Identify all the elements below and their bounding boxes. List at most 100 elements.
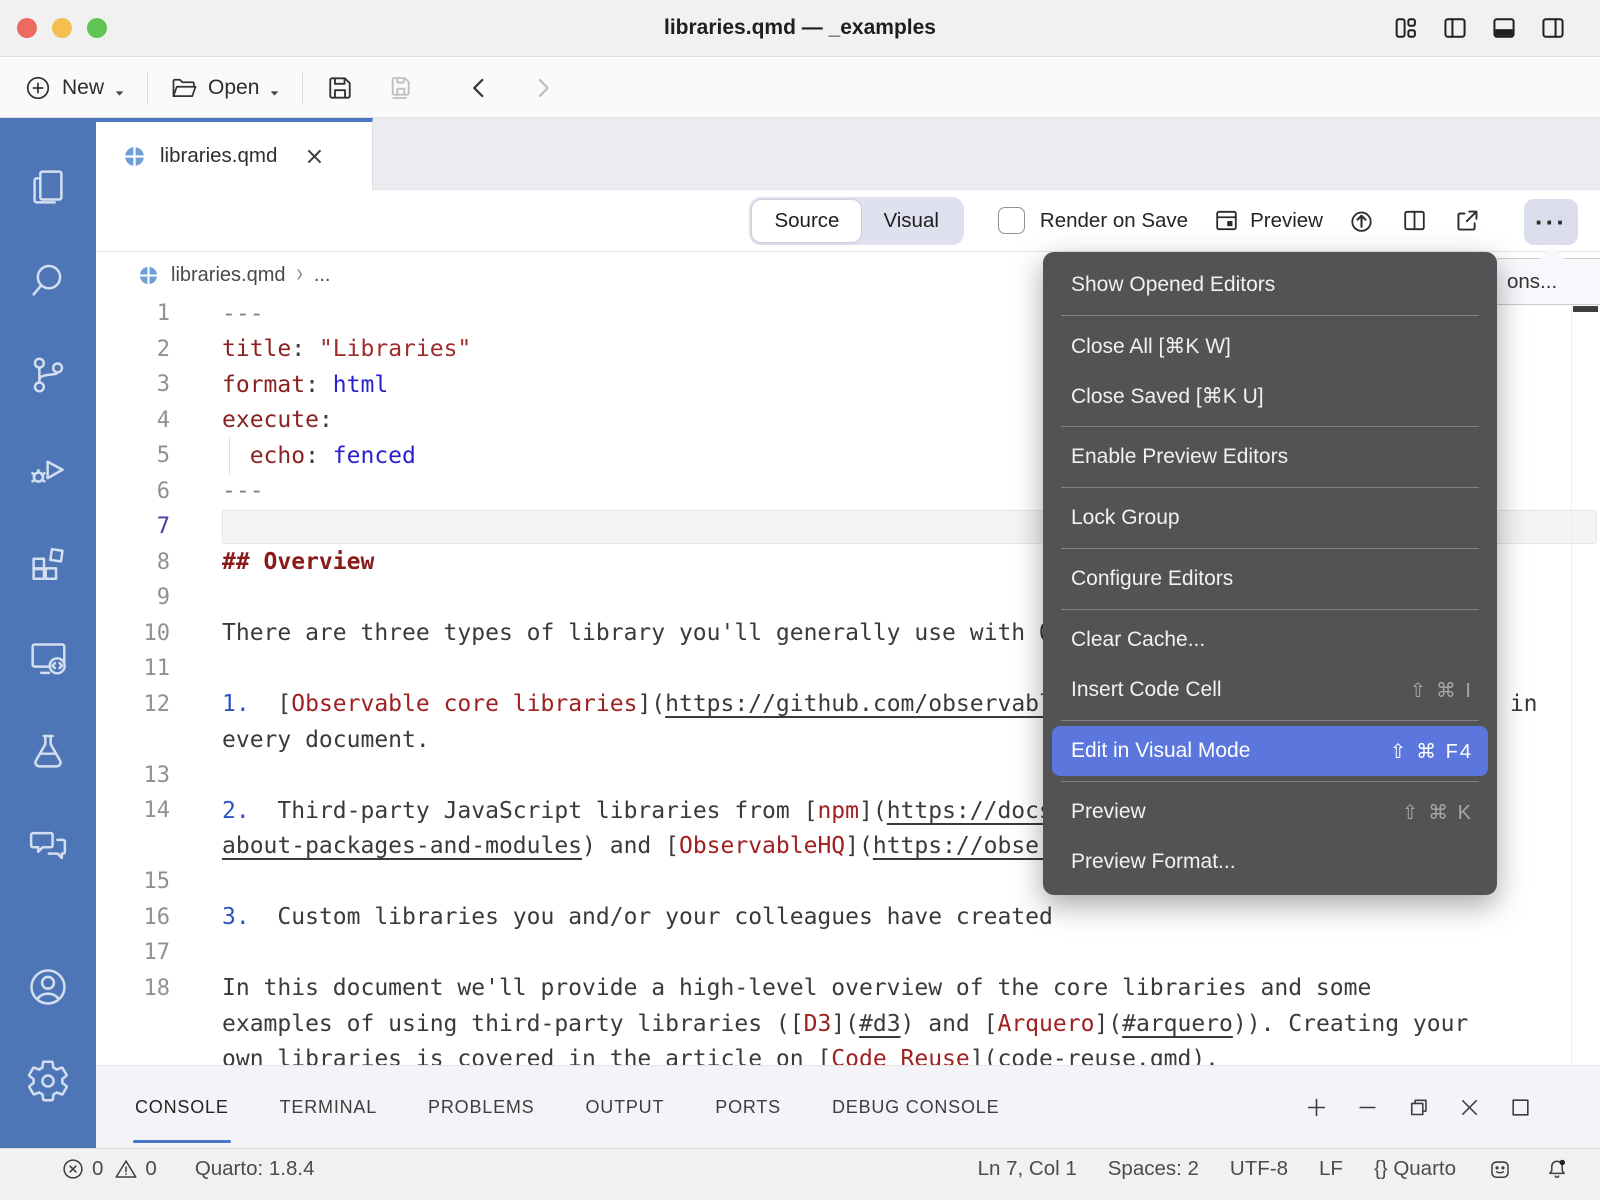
menu-item-clear-cache[interactable]: Clear Cache...	[1043, 615, 1497, 665]
save-icon[interactable]	[324, 72, 356, 104]
code-text: every document.	[222, 727, 430, 753]
status-item-quarto[interactable]: {} Quarto	[1374, 1157, 1456, 1181]
render-on-save-checkbox[interactable]	[998, 207, 1025, 234]
minus-icon[interactable]	[1354, 1094, 1381, 1121]
source-control-icon	[25, 352, 71, 403]
menu-item-preview[interactable]: Preview⇧ ⌘ K	[1043, 787, 1497, 837]
files-icon	[25, 164, 71, 215]
code-text: own libraries is covered in the article …	[222, 1046, 1219, 1066]
activity-bar-item-source-control[interactable]	[0, 330, 96, 424]
menu-item-preview-format[interactable]: Preview Format...	[1043, 837, 1497, 887]
activity-bar-item-search[interactable]	[0, 236, 96, 330]
activity-bar-item-extensions[interactable]	[0, 518, 96, 612]
restore-panel-icon[interactable]	[1405, 1094, 1432, 1121]
scrollbar-decoration	[1573, 306, 1598, 312]
close-icon[interactable]	[1456, 1094, 1483, 1121]
panel-tab-debug-console[interactable]: DEBUG CONSOLE	[830, 1066, 1001, 1149]
bell-icon	[1544, 1156, 1570, 1182]
menu-item-label: Enable Preview Editors	[1071, 445, 1288, 469]
status-item-utf-8[interactable]: UTF-8	[1230, 1157, 1288, 1181]
status-item-feedback-icon[interactable]	[1487, 1156, 1513, 1182]
menu-item-insert-code-cell[interactable]: Insert Code Cell⇧ ⌘ I	[1043, 665, 1497, 715]
panel-tab-ports[interactable]: PORTS	[713, 1066, 783, 1149]
menu-item-show-opened-editors[interactable]: Show Opened Editors	[1043, 260, 1497, 310]
panel-tab-problems[interactable]: PROBLEMS	[426, 1066, 536, 1149]
split-editor-button[interactable]	[1400, 206, 1429, 235]
breadcrumb-more[interactable]: ...	[314, 264, 331, 287]
breadcrumb-file[interactable]: libraries.qmd	[171, 264, 285, 287]
status-item-bell-icon[interactable]	[1544, 1156, 1570, 1182]
source-mode-button[interactable]: Source	[752, 200, 861, 242]
preview-button[interactable]: Preview	[1212, 206, 1323, 235]
toggle-primary-sidebar-icon[interactable]	[1441, 14, 1469, 42]
menu-divider	[1061, 781, 1479, 782]
activity-bar-item-run-and-debug[interactable]	[0, 424, 96, 518]
status-bar-left: 00 Quarto: 1.8.4	[60, 1156, 314, 1182]
line-number: 11	[96, 656, 170, 681]
publish-button[interactable]	[1347, 206, 1376, 235]
menu-item-close-all-k-w[interactable]: Close All [⌘K W]	[1043, 321, 1497, 371]
plus-icon[interactable]	[1303, 1094, 1330, 1121]
activity-bar-item-testing[interactable]	[0, 706, 96, 800]
close-tab-icon[interactable]: ×	[304, 144, 324, 168]
render-on-save-label: Render on Save	[1040, 209, 1188, 233]
new-button[interactable]: New	[23, 73, 126, 103]
activity-bar-bottom	[0, 942, 96, 1130]
activity-bar-item-account[interactable]	[0, 942, 96, 1036]
line-number: 10	[96, 621, 170, 646]
line-number: 16	[96, 905, 170, 930]
menu-divider	[1061, 315, 1479, 316]
visual-mode-button[interactable]: Visual	[861, 200, 960, 242]
code-text: 3. Custom libraries you and/or your coll…	[222, 904, 1053, 930]
code-text: echo: fenced	[222, 443, 416, 469]
code-line: examples of using third-party libraries …	[96, 1006, 1600, 1042]
code-line: 18In this document we'll provide a high-…	[96, 971, 1600, 1007]
status-item-ln-7-col-1[interactable]: Ln 7, Col 1	[978, 1157, 1077, 1181]
account-icon	[25, 964, 71, 1015]
menu-item-lock-group[interactable]: Lock Group	[1043, 493, 1497, 543]
code-text: In this document we'll provide a high-le…	[222, 975, 1371, 1001]
scrollbar-track	[1571, 300, 1572, 1065]
menu-item-label: Lock Group	[1071, 506, 1180, 530]
customize-layout-icon[interactable]	[1392, 14, 1420, 42]
caret-down-icon	[113, 82, 126, 95]
menu-item-edit-in-visual-mode[interactable]: Edit in Visual Mode⇧ ⌘ F4	[1052, 726, 1488, 776]
back-button[interactable]	[464, 73, 494, 103]
comments-icon	[25, 822, 71, 873]
code-text: execute:	[222, 407, 333, 433]
activity-bar-item-settings[interactable]	[0, 1036, 96, 1130]
toggle-panel-icon[interactable]	[1490, 14, 1518, 42]
menu-item-configure-editors[interactable]: Configure Editors	[1043, 554, 1497, 604]
plus-circle-icon	[23, 73, 53, 103]
menu-divider	[1061, 426, 1479, 427]
menu-divider	[1061, 487, 1479, 488]
menu-item-close-saved-k-u[interactable]: Close Saved [⌘K U]	[1043, 371, 1497, 421]
open-external-button[interactable]	[1453, 206, 1482, 235]
menu-divider	[1061, 720, 1479, 721]
menu-item-enable-preview-editors[interactable]: Enable Preview Editors	[1043, 432, 1497, 482]
panel-tab-console[interactable]: CONSOLE	[133, 1066, 231, 1149]
status-item-lf[interactable]: LF	[1319, 1157, 1343, 1181]
save-all-icon[interactable]	[384, 72, 416, 104]
more-actions-button[interactable]: ···	[1524, 199, 1578, 245]
status-item-0[interactable]: 0	[113, 1156, 156, 1182]
activity-bar-item-remote-explorer[interactable]	[0, 612, 96, 706]
status-item-label: {} Quarto	[1374, 1157, 1456, 1181]
line-number: 6	[96, 479, 170, 504]
activity-bar-item-explorer[interactable]	[0, 142, 96, 236]
menu-divider	[1061, 548, 1479, 549]
forward-button[interactable]	[528, 73, 558, 103]
line-number: 3	[96, 372, 170, 397]
status-item-spaces-2[interactable]: Spaces: 2	[1108, 1157, 1199, 1181]
status-item-quarto-1-8-4[interactable]: Quarto: 1.8.4	[195, 1157, 315, 1181]
panel-tab-output[interactable]: OUTPUT	[583, 1066, 666, 1149]
preview-icon	[1212, 206, 1241, 235]
toggle-secondary-sidebar-icon[interactable]	[1539, 14, 1567, 42]
open-button[interactable]: Open	[169, 73, 281, 103]
maximize-panel-icon[interactable]	[1507, 1094, 1534, 1121]
panel-tab-terminal[interactable]: TERMINAL	[278, 1066, 379, 1149]
tab-libraries-qmd[interactable]: libraries.qmd ×	[96, 118, 373, 190]
activity-bar-item-comments[interactable]	[0, 800, 96, 894]
status-item-0[interactable]: 0	[60, 1156, 103, 1182]
bottom-panel: CONSOLE TERMINAL PROBLEMS OUTPUT PORTS DEBUG …	[96, 1065, 1600, 1148]
